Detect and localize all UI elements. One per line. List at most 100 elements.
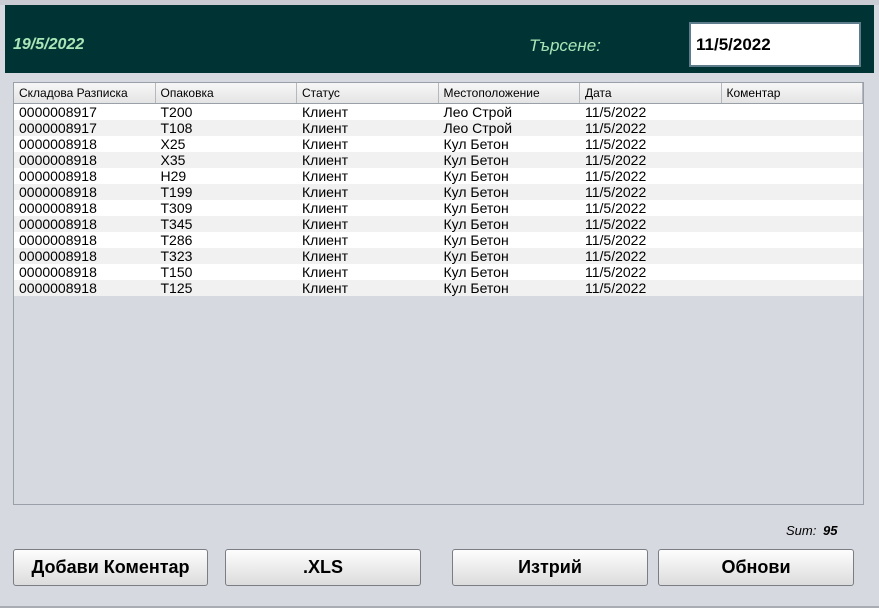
table-cell: Клиент	[302, 264, 349, 280]
table-cell: T286	[160, 232, 193, 248]
table-cell: 11/5/2022	[585, 104, 647, 120]
table-cell: 0000008918	[19, 184, 97, 200]
table-row[interactable]: 0000008918 T323 Клиент Кул Бетон 11/5/2022	[14, 248, 863, 264]
column-header[interactable]: Статус	[297, 83, 439, 103]
table-cell: X35	[160, 152, 186, 168]
table-cell	[722, 168, 864, 184]
table-cell: T125	[160, 280, 193, 296]
table-cell: Клиент	[302, 152, 349, 168]
table-cell: Клиент	[302, 232, 349, 248]
table-cell	[722, 200, 864, 216]
table-cell: Клиент	[302, 280, 349, 296]
table-cell: T150	[160, 264, 193, 280]
records-table[interactable]: Складова Разписка Опаковка Статус Местополо…	[13, 82, 864, 505]
table-cell: 11/5/2022	[585, 280, 647, 296]
table-row[interactable]: 0000008917 T108 Клиент Лео Строй 11/5/2022	[14, 120, 863, 136]
table-cell: Клиент	[302, 136, 349, 152]
table-cell: 0000008918	[19, 152, 97, 168]
table-cell: Кул Бетон	[443, 232, 509, 248]
table-cell: 11/5/2022	[585, 152, 647, 168]
delete-button[interactable]: Изтрий	[452, 549, 648, 586]
table-cell: Кул Бетон	[443, 264, 509, 280]
table-cell	[722, 232, 864, 248]
table-cell: T309	[160, 200, 193, 216]
table-cell	[722, 152, 864, 168]
table-cell: Клиент	[302, 184, 349, 200]
table-cell: 0000008918	[19, 280, 97, 296]
table-cell: 0000008917	[19, 104, 97, 120]
table-cell	[722, 184, 864, 200]
table-cell: Кул Бетон	[443, 168, 509, 184]
table-cell	[722, 216, 864, 232]
table-cell: T323	[160, 248, 193, 264]
sum-value: 95	[823, 523, 838, 538]
search-label: Търсене:	[529, 36, 601, 55]
column-header[interactable]: Складова Разписка	[14, 83, 156, 103]
table-cell: Клиент	[302, 120, 349, 136]
table-cell: H29	[160, 168, 187, 184]
table-row[interactable]: 0000008918 X35 Клиент Кул Бетон 11/5/2022	[14, 152, 863, 168]
add-comment-button[interactable]: Добави Коментар	[13, 549, 208, 586]
table-cell: Клиент	[302, 216, 349, 232]
table-cell	[722, 120, 864, 136]
table-row[interactable]: 0000008917 T200 Клиент Лео Строй 11/5/2022	[14, 104, 863, 120]
table-cell: 11/5/2022	[585, 184, 647, 200]
table-row[interactable]: 0000008918 X25 Клиент Кул Бетон 11/5/2022	[14, 136, 863, 152]
table-cell: Клиент	[302, 168, 349, 184]
table-cell	[722, 136, 864, 152]
export-xls-button[interactable]: .XLS	[225, 549, 421, 586]
table-cell: Лео Строй	[443, 120, 513, 136]
table-cell: 11/5/2022	[585, 120, 647, 136]
table-row[interactable]: 0000008918 T125 Клиент Кул Бетон 11/5/2022	[14, 280, 863, 296]
table-cell: 11/5/2022	[585, 264, 647, 280]
table-cell: 11/5/2022	[585, 168, 647, 184]
table-cell: 0000008918	[19, 232, 97, 248]
table-row[interactable]: 0000008918 T345 Клиент Кул Бетон 11/5/2022	[14, 216, 863, 232]
table-cell: 11/5/2022	[585, 248, 647, 264]
refresh-button[interactable]: Обнови	[658, 549, 854, 586]
table-cell: T108	[160, 120, 193, 136]
table-cell	[722, 248, 864, 264]
table-cell: Клиент	[302, 200, 349, 216]
column-header[interactable]: Дата	[580, 83, 722, 103]
table-row[interactable]: 0000008918 T199 Клиент Кул Бетон 11/5/2022	[14, 184, 863, 200]
table-cell: 0000008918	[19, 168, 97, 184]
table-cell: 0000008918	[19, 248, 97, 264]
table-cell: 11/5/2022	[585, 216, 647, 232]
table-row[interactable]: 0000008918 T309 Клиент Кул Бетон 11/5/2022	[14, 200, 863, 216]
table-cell: T200	[160, 104, 193, 120]
table-cell	[722, 280, 864, 296]
table-cell: Кул Бетон	[443, 200, 509, 216]
table-cell: 11/5/2022	[585, 136, 647, 152]
table-cell: 11/5/2022	[585, 200, 647, 216]
table-row[interactable]: 0000008918 T286 Клиент Кул Бетон 11/5/2022	[14, 232, 863, 248]
table-cell: T345	[160, 216, 193, 232]
table-cell: X25	[160, 136, 186, 152]
table-cell: Кул Бетон	[443, 216, 509, 232]
column-header[interactable]: Местоположение	[439, 83, 580, 103]
table-row[interactable]: 0000008918 H29 Клиент Кул Бетон 11/5/2022	[14, 168, 863, 184]
table-cell: 0000008918	[19, 264, 97, 280]
table-cell: 11/5/2022	[585, 232, 647, 248]
column-header[interactable]: Опаковка	[156, 83, 297, 103]
search-input[interactable]	[689, 22, 861, 67]
table-cell: Кул Бетон	[443, 248, 509, 264]
table-cell: Клиент	[302, 104, 349, 120]
table-cell: Кул Бетон	[443, 136, 509, 152]
table-row[interactable]: 0000008918 T150 Клиент Кул Бетон 11/5/2022	[14, 264, 863, 280]
table-cell: Лео Строй	[443, 104, 513, 120]
table-cell	[722, 104, 864, 120]
header-bar: 19/5/2022 Търсене:	[5, 5, 874, 73]
table-cell: Кул Бетон	[443, 184, 509, 200]
table-cell: 0000008918	[19, 200, 97, 216]
table-cell: 0000008918	[19, 216, 97, 232]
current-date: 19/5/2022	[13, 36, 85, 53]
sum-label: Sum:	[786, 523, 817, 538]
table-cell: T199	[160, 184, 193, 200]
table-body: 0000008917 T200 Клиент Лео Строй 11/5/2022 00…	[14, 104, 863, 296]
table-cell: Кул Бетон	[443, 280, 509, 296]
table-cell: 0000008917	[19, 120, 97, 136]
column-header[interactable]: Коментар	[722, 83, 863, 103]
table-header: Складова Разписка Опаковка Статус Местополо…	[14, 83, 863, 104]
table-cell: 0000008918	[19, 136, 97, 152]
